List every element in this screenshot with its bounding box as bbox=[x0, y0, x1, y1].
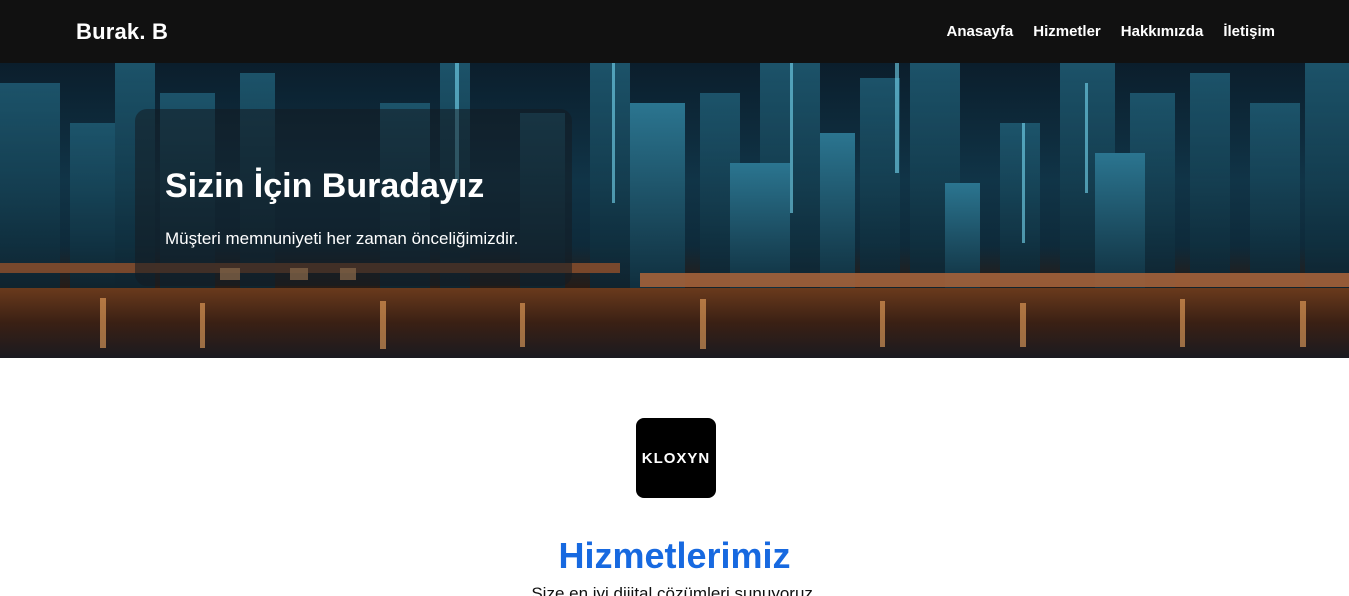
hero-title: Sizin İçin Buradayız bbox=[165, 167, 485, 205]
kloxyn-logo: KLOXYN bbox=[636, 418, 716, 498]
hero-card: Sizin İçin Buradayız Müşteri memnuniyeti… bbox=[135, 109, 572, 286]
hero-text: Müşteri memnuniyeti her zaman önceliğimi… bbox=[165, 229, 519, 248]
nav-link-hizmetler[interactable]: Hizmetler bbox=[1033, 23, 1101, 40]
logo-text: KLOXYN bbox=[641, 449, 711, 467]
brand-logo[interactable]: Burak. B bbox=[76, 19, 168, 45]
navbar: Burak. B Anasayfa Hizmetler Hakkımızda İ… bbox=[0, 0, 1349, 63]
services-subtitle: Size en iyi dijital çözümleri sunuyoruz. bbox=[531, 584, 818, 596]
nav-links: Anasayfa Hizmetler Hakkımızda İletişim bbox=[947, 23, 1275, 40]
hero-section: Sizin İçin Buradayız Müşteri memnuniyeti… bbox=[0, 63, 1349, 358]
nav-link-iletisim[interactable]: İletişim bbox=[1223, 23, 1275, 40]
services-title: Hizmetlerimiz bbox=[558, 535, 791, 576]
nav-link-anasayfa[interactable]: Anasayfa bbox=[947, 23, 1014, 40]
nav-link-hakkimizda[interactable]: Hakkımızda bbox=[1121, 23, 1204, 40]
